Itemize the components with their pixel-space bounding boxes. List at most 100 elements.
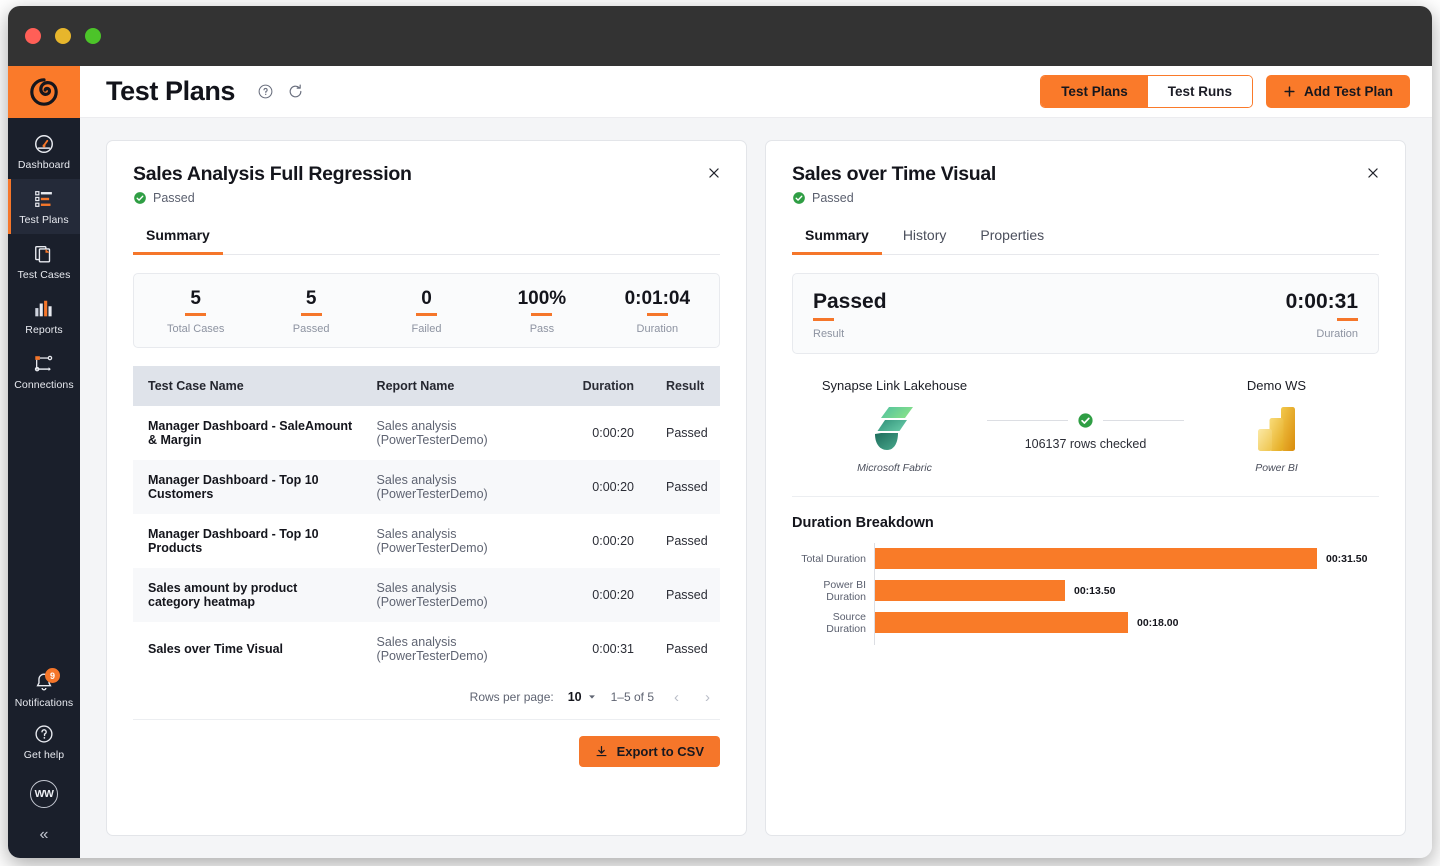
table-header-row: Test Case Name Report Name Duration Resu… xyxy=(133,365,720,406)
table-row[interactable]: Manager Dashboard - Top 10 Customers Sal… xyxy=(133,459,720,514)
user-avatar-item[interactable]: WW xyxy=(8,768,80,820)
export-row: Export to CSV xyxy=(133,720,720,767)
bar xyxy=(875,612,1128,633)
page-header: Test Plans Test Plans Test Runs Add Test… xyxy=(80,66,1432,118)
tab-properties[interactable]: Properties xyxy=(967,221,1057,255)
connector-line-left xyxy=(987,419,1068,421)
bar-row: Power BI Duration 00:13.50 xyxy=(792,574,1379,607)
main-area: Test Plans Test Plans Test Runs Add Test… xyxy=(80,66,1432,858)
collapse-sidebar-button[interactable]: « xyxy=(8,820,80,848)
column-report-name[interactable]: Report Name xyxy=(364,365,558,406)
cell-report-name: Sales analysis (PowerTesterDemo) xyxy=(376,418,488,447)
test-plan-panel-body: 5 Total Cases 5 Passed 0 Failed 100% Pas… xyxy=(107,255,746,835)
target-name: Demo WS xyxy=(1246,377,1307,393)
cell-report-name: Sales analysis (PowerTesterDemo) xyxy=(376,580,488,609)
cell-result: Passed xyxy=(666,479,708,494)
sidebar-item-label: Test Cases xyxy=(17,268,71,281)
result-summary-box: Passed Result 0:00:31 Duration xyxy=(792,273,1379,354)
stat-label: Failed xyxy=(411,322,442,335)
sidebar-item-get-help[interactable]: Get help xyxy=(8,716,80,768)
tab-history[interactable]: History xyxy=(890,221,960,255)
close-icon xyxy=(1368,168,1378,178)
app-logo[interactable] xyxy=(8,66,80,118)
sidebar-item-test-cases[interactable]: Test Cases xyxy=(8,234,80,289)
stat-value: 0 xyxy=(421,288,432,309)
cell-duration: 0:00:20 xyxy=(592,425,634,440)
data-flow-diagram: Synapse Link Lakehouse Microsoft Fabric … xyxy=(792,378,1379,474)
stat-underline xyxy=(300,313,322,316)
window-controls xyxy=(25,28,101,44)
sidebar-item-notifications[interactable]: 9 Notifications xyxy=(8,664,80,716)
test-case-tabs: Summary History Properties xyxy=(792,221,1379,255)
sidebar-item-dashboard[interactable]: Dashboard xyxy=(8,124,80,179)
sidebar-item-label: Reports xyxy=(25,323,63,336)
result-underline xyxy=(813,318,834,321)
question-circle-icon xyxy=(35,725,53,743)
refresh-icon[interactable] xyxy=(287,83,304,100)
table-row[interactable]: Sales over Time Visual Sales analysis (P… xyxy=(133,622,720,676)
test-cases-icon xyxy=(35,245,51,262)
table-row[interactable]: Manager Dashboard - SaleAmount & Margin … xyxy=(133,406,720,460)
stat-underline xyxy=(531,313,553,316)
bar-label: Power BI Duration xyxy=(823,578,866,603)
previous-page-button[interactable]: ‹ xyxy=(668,689,685,706)
stat-label: Passed xyxy=(292,322,330,335)
page-title: Test Plans xyxy=(106,76,236,106)
column-result[interactable]: Result xyxy=(646,365,720,406)
sidebar-item-connections[interactable]: Connections xyxy=(8,344,80,399)
flow-target-node: Demo WS Power BI xyxy=(1184,378,1369,474)
test-plan-panel: Sales Analysis Full Regression Passed Su… xyxy=(106,140,747,836)
cell-test-case-name: Sales amount by product category heatmap xyxy=(148,580,298,609)
close-test-case-panel-button[interactable] xyxy=(1361,161,1385,185)
export-to-csv-label: Export to CSV xyxy=(616,743,704,759)
stat-value: 5 xyxy=(305,288,317,309)
sidebar-item-reports[interactable]: Reports xyxy=(8,289,80,344)
sidebar-item-test-plans[interactable]: Test Plans xyxy=(8,179,80,234)
duration-underline xyxy=(1337,318,1358,321)
add-test-plan-button[interactable]: Add Test Plan xyxy=(1265,75,1410,108)
summary-stats: 5 Total Cases 5 Passed 0 Failed 100% Pas… xyxy=(133,273,720,348)
help-circle-icon[interactable] xyxy=(257,83,274,100)
close-window-button[interactable] xyxy=(25,28,41,44)
tab-test-plans[interactable]: Test Plans xyxy=(1041,76,1148,107)
header-icon-group xyxy=(257,83,304,100)
cell-duration: 0:00:20 xyxy=(592,479,634,494)
tab-summary[interactable]: Summary xyxy=(792,221,882,255)
power-bi-icon xyxy=(1257,406,1295,451)
bar-value-label: 00:18.00 xyxy=(1137,616,1179,629)
rows-checked-text: 106137 rows checked xyxy=(1024,436,1147,451)
panels-container: Sales Analysis Full Regression Passed Su… xyxy=(80,118,1432,858)
stat-pass-percent: 100% Pass xyxy=(484,288,599,335)
column-duration[interactable]: Duration xyxy=(558,365,646,406)
source-product: Microsoft Fabric xyxy=(857,461,932,474)
app-body: Dashboard Test Plans Test Cases Reports … xyxy=(8,66,1432,858)
rows-per-page-select[interactable]: 10 xyxy=(568,690,597,704)
status-badge: Passed xyxy=(153,191,195,205)
stat-label: Total Cases xyxy=(166,322,225,335)
next-page-button[interactable]: › xyxy=(699,689,716,706)
column-test-case-name[interactable]: Test Case Name xyxy=(133,365,365,406)
bar-label: Total Duration xyxy=(801,552,866,565)
cell-result: Passed xyxy=(666,533,708,548)
pagination-range: 1–5 of 5 xyxy=(610,690,654,704)
view-switch: Test Plans Test Runs xyxy=(1040,75,1253,108)
result-block: Passed Result xyxy=(813,290,887,340)
cell-test-case-name: Manager Dashboard - Top 10 Customers xyxy=(148,472,319,501)
cell-result: Passed xyxy=(666,587,708,602)
sidebar: Dashboard Test Plans Test Cases Reports … xyxy=(8,66,80,858)
cell-result: Passed xyxy=(666,641,708,656)
maximize-window-button[interactable] xyxy=(85,28,101,44)
tab-test-runs[interactable]: Test Runs xyxy=(1147,76,1252,107)
export-to-csv-button[interactable]: Export to CSV xyxy=(578,735,720,767)
result-value: Passed xyxy=(813,290,887,313)
tab-summary[interactable]: Summary xyxy=(133,221,223,255)
table-row[interactable]: Manager Dashboard - Top 10 Products Sale… xyxy=(133,514,720,568)
minimize-window-button[interactable] xyxy=(55,28,71,44)
stat-total-cases: 5 Total Cases xyxy=(138,288,253,335)
test-plan-panel-header: Sales Analysis Full Regression Passed Su… xyxy=(107,141,746,255)
table-row[interactable]: Sales amount by product category heatmap… xyxy=(133,567,720,622)
duration-value: 0:00:31 xyxy=(1285,290,1358,313)
bar xyxy=(875,548,1317,569)
close-test-plan-panel-button[interactable] xyxy=(702,161,726,185)
sidebar-nav: Dashboard Test Plans Test Cases Reports … xyxy=(8,118,80,399)
